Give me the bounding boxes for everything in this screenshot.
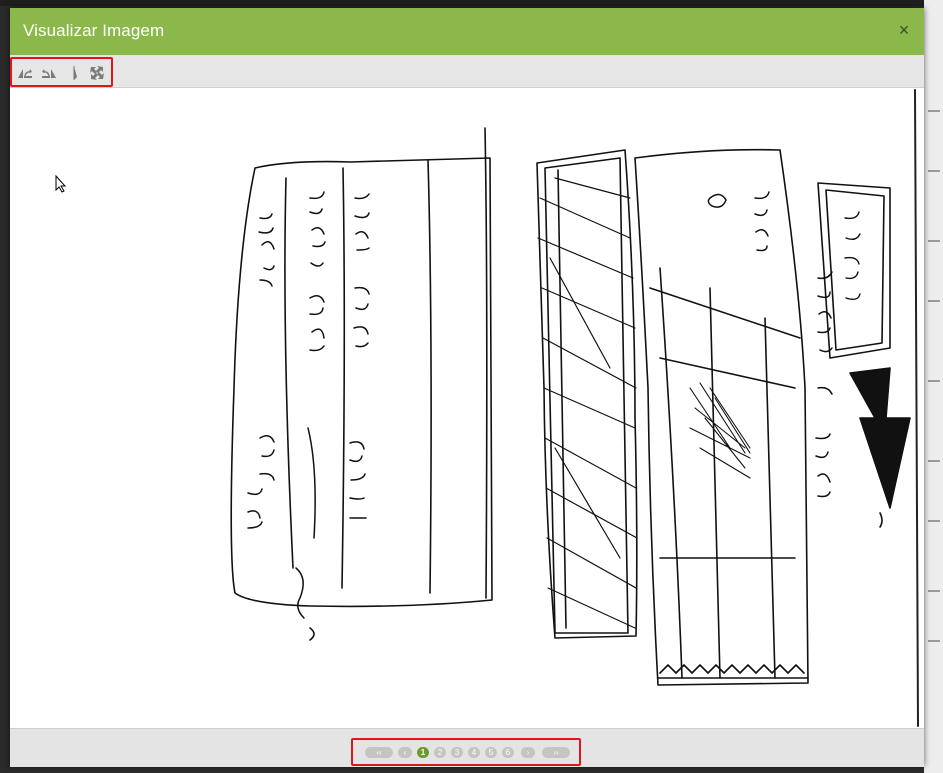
pagination-page-3[interactable]: 3 bbox=[451, 747, 463, 758]
flip-icon bbox=[73, 66, 77, 80]
rotate-right-button[interactable] bbox=[40, 65, 58, 81]
modal-header: Visualizar Imagem × bbox=[10, 8, 924, 55]
rotate-left-icon bbox=[18, 69, 32, 78]
fullscreen-button[interactable] bbox=[88, 65, 106, 81]
close-button[interactable]: × bbox=[894, 20, 914, 40]
background-page bbox=[924, 0, 943, 773]
pagination-page-5[interactable]: 5 bbox=[485, 747, 497, 758]
background-top-bar bbox=[0, 0, 943, 6]
image-toolbar bbox=[10, 55, 924, 88]
modal-title: Visualizar Imagem bbox=[23, 21, 165, 40]
pagination-last-button[interactable]: ›› bbox=[542, 747, 570, 758]
pagination-first-button[interactable]: ‹‹ bbox=[365, 747, 393, 758]
image-viewer-modal: Visualizar Imagem × ‹‹ ‹ 1 2 3 4 5 6 › ›… bbox=[10, 8, 924, 767]
image-viewport[interactable] bbox=[10, 88, 924, 728]
mouse-cursor-icon bbox=[55, 175, 67, 193]
pagination-page-6[interactable]: 6 bbox=[502, 747, 514, 758]
pagination: ‹‹ ‹ 1 2 3 4 5 6 › ›› bbox=[351, 738, 581, 766]
pagination-page-4[interactable]: 4 bbox=[468, 747, 480, 758]
rotate-right-icon bbox=[42, 69, 56, 78]
pagination-prev-button[interactable]: ‹ bbox=[398, 747, 412, 758]
flip-button[interactable] bbox=[66, 65, 84, 81]
toolbar-button-group bbox=[10, 57, 113, 87]
fullscreen-icon bbox=[90, 66, 104, 80]
rotate-left-button[interactable] bbox=[16, 65, 34, 81]
pagination-page-1[interactable]: 1 bbox=[417, 747, 429, 758]
modal-footer: ‹‹ ‹ 1 2 3 4 5 6 › ›› bbox=[10, 728, 924, 767]
sketch-image bbox=[230, 89, 919, 727]
pagination-page-2[interactable]: 2 bbox=[434, 747, 446, 758]
pagination-next-button[interactable]: › bbox=[521, 747, 535, 758]
